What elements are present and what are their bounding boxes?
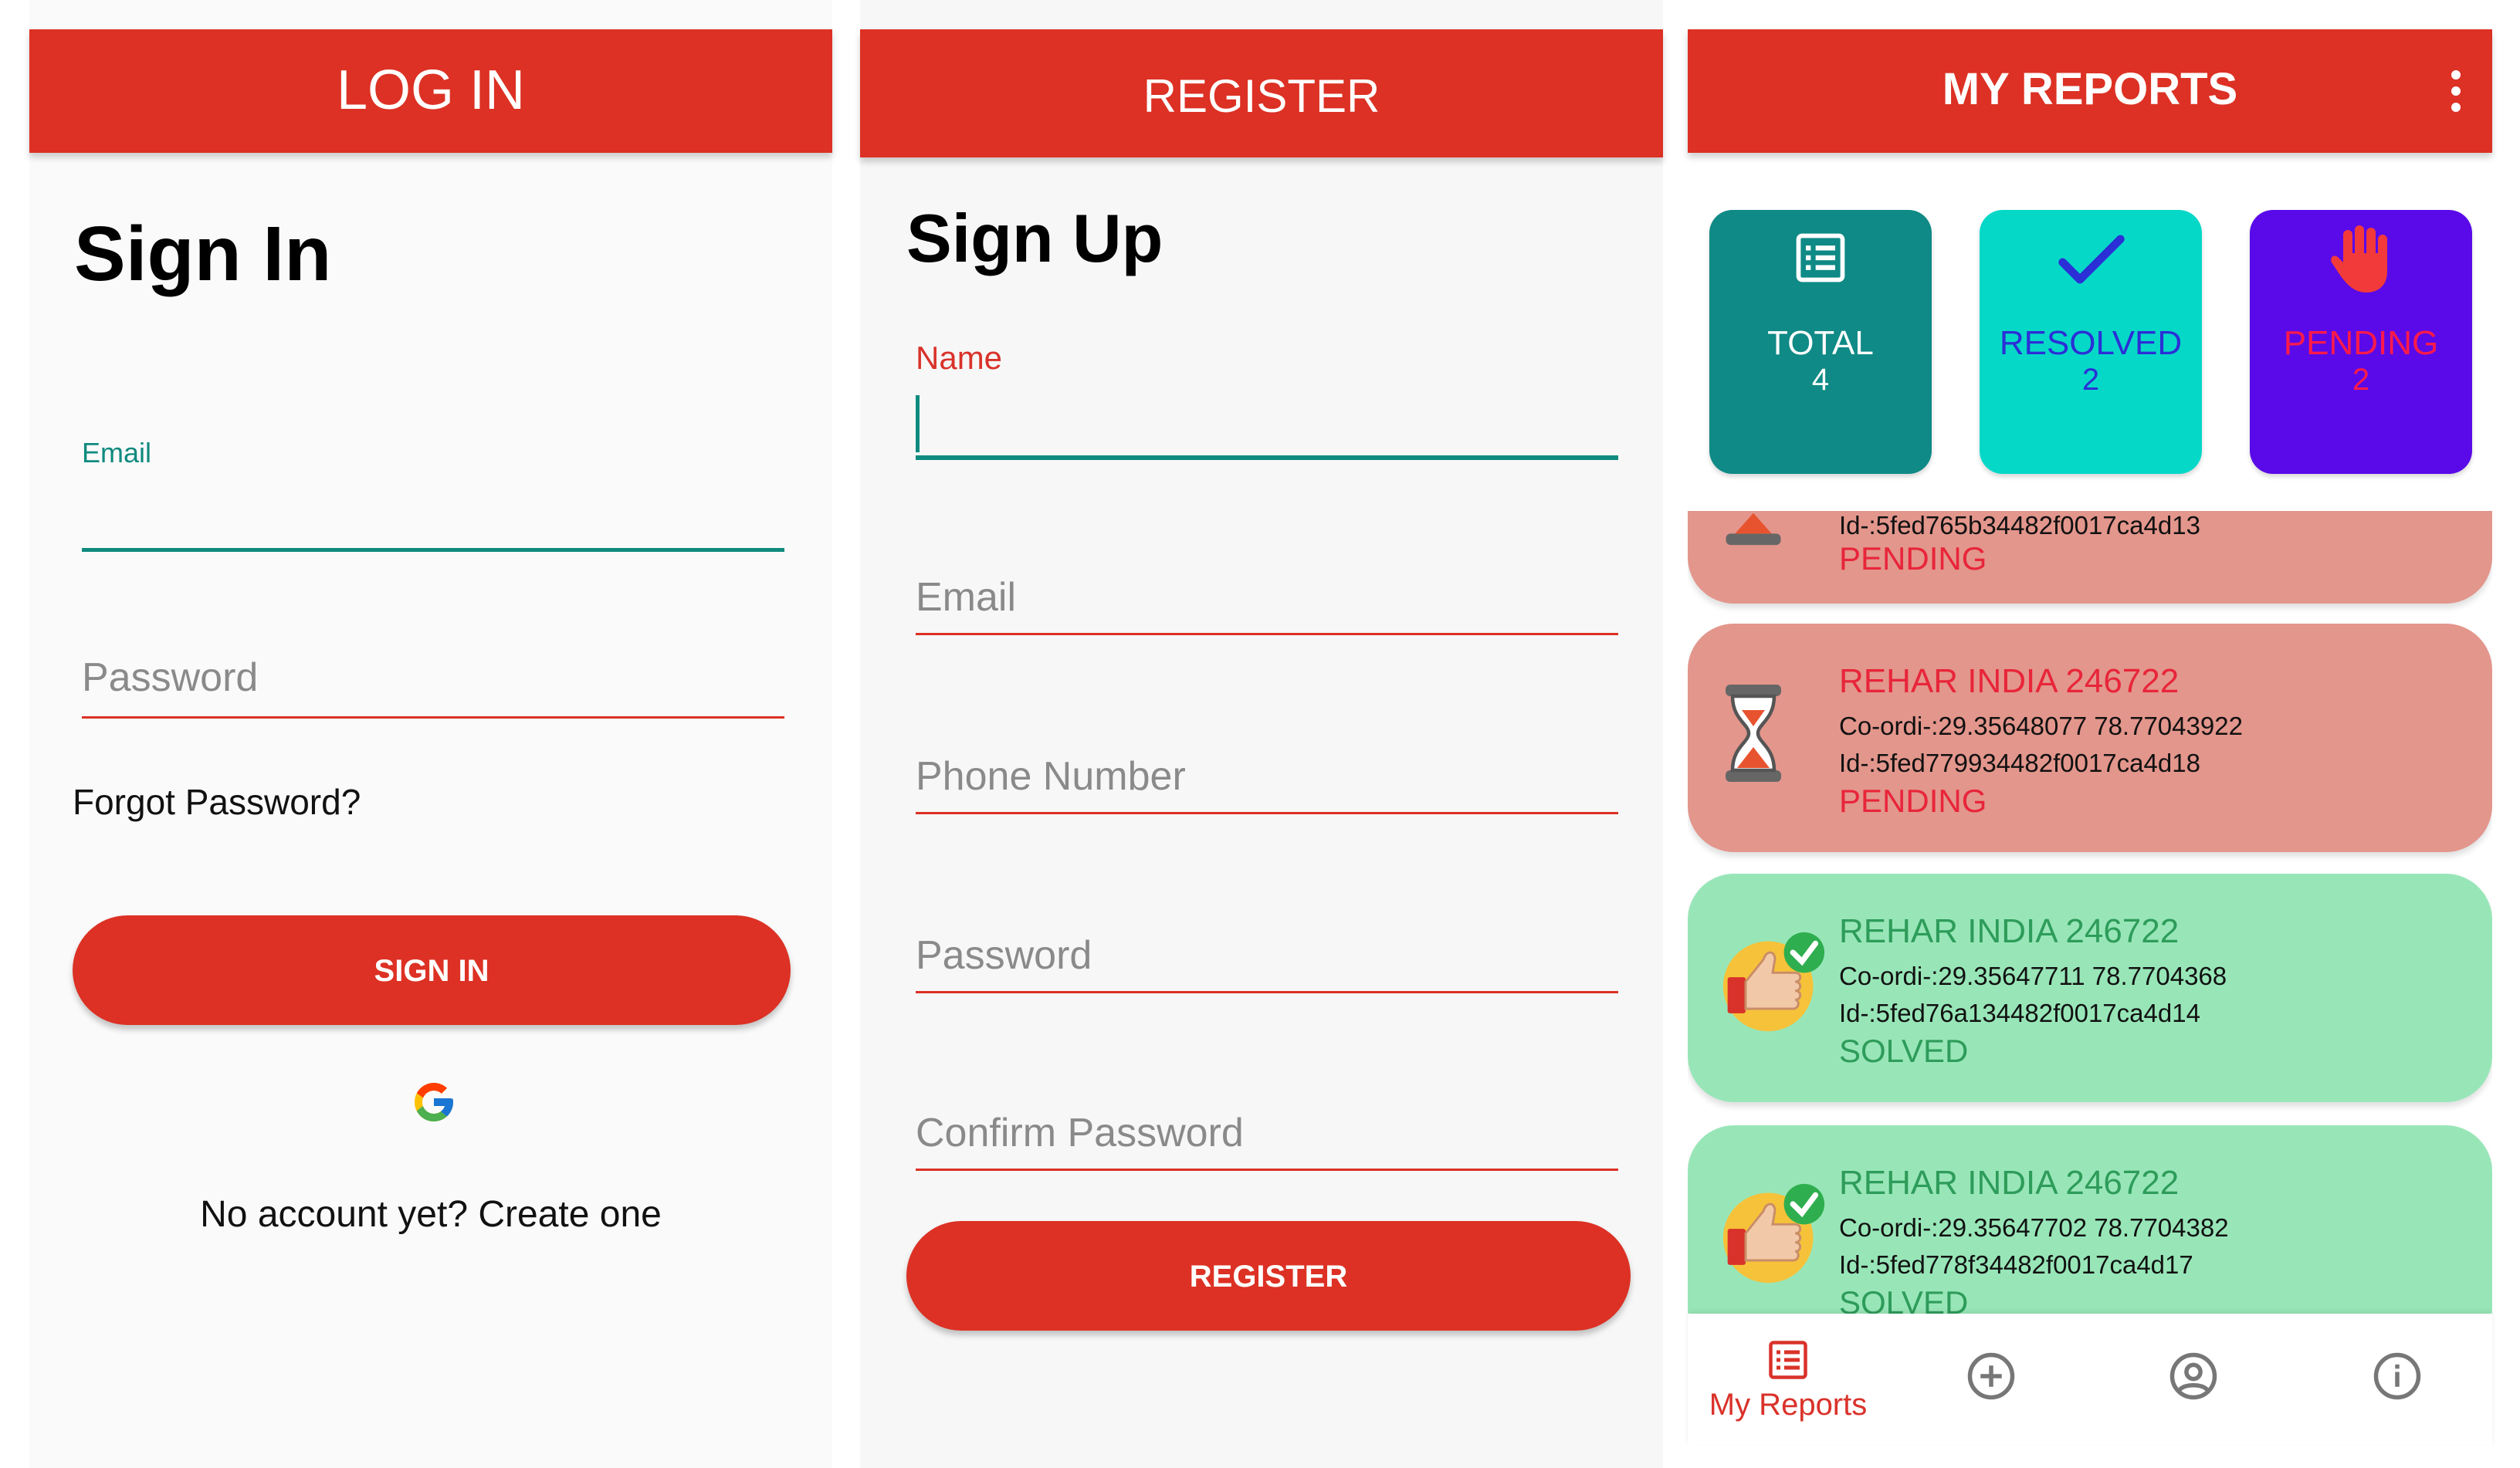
report-id: Id-:5fed778f34482f0017ca4d17 (1839, 1250, 2193, 1279)
email-field[interactable]: Email (82, 432, 784, 556)
list-icon (1796, 233, 1845, 282)
name-label: Name (916, 340, 1003, 376)
report-status: PENDING (1839, 540, 1987, 577)
login-screen: LOG IN Sign In Email Password Forgot Pas… (29, 0, 832, 1468)
email-placeholder: Email (916, 575, 1017, 620)
report-title: REHAR INDIA 246722 (1839, 912, 2180, 950)
login-appbar: LOG IN (29, 29, 832, 153)
total-label: TOTAL (1767, 324, 1874, 362)
sign-in-button-label: SIGN IN (374, 954, 489, 988)
register-appbar: REGISTER (860, 29, 1663, 157)
report-id: Id-:5fed779934482f0017ca4d18 (1839, 749, 2200, 777)
overflow-menu-icon[interactable] (2444, 68, 2468, 114)
register-button[interactable]: REGISTER (906, 1221, 1631, 1331)
report-title: REHAR INDIA 246722 (1839, 1164, 2180, 1202)
hourglass-icon (1726, 512, 1781, 546)
nav-add-report[interactable] (1966, 1351, 2017, 1405)
thumbs-up-icon (1722, 932, 1825, 1032)
login-appbar-title: LOG IN (336, 59, 526, 121)
report-coords: Co-ordi-:29.35647711 78.7704368 (1839, 962, 2227, 990)
password-underline (916, 991, 1618, 993)
report-coords: Co-ordi-:29.35647702 78.7704382 (1839, 1213, 2229, 1242)
total-stat-card[interactable]: TOTAL 4 (1709, 210, 1932, 474)
sign-in-button[interactable]: SIGN IN (73, 915, 791, 1025)
phone-underline (916, 812, 1618, 814)
phone-field[interactable]: Phone Number (916, 750, 1618, 820)
reports-appbar-title: MY REPORTS (1942, 64, 2238, 114)
hourglass-icon (1726, 685, 1781, 782)
hand-icon (2331, 225, 2387, 293)
pending-label: PENDING (2283, 324, 2439, 362)
phone-placeholder: Phone Number (916, 754, 1186, 799)
sign-in-heading: Sign In (74, 211, 332, 297)
info-icon (2373, 1352, 2421, 1400)
reports-appbar: MY REPORTS (1688, 29, 2492, 153)
email-label: Email (82, 437, 152, 468)
resolved-label: RESOLVED (1999, 324, 2183, 362)
list-icon (1769, 1341, 1807, 1379)
report-status: SOLVED (1839, 1033, 1969, 1069)
password-placeholder: Password (82, 655, 259, 700)
confirm-password-underline (916, 1169, 1618, 1171)
add-circle-icon (1967, 1352, 2015, 1400)
email-field[interactable]: Email (916, 571, 1618, 641)
report-coords: Co-ordi-:29.35648077 78.77043922 (1839, 712, 2243, 740)
pending-stat-card[interactable]: PENDING 2 (2250, 210, 2472, 474)
report-card-solved[interactable]: REHAR INDIA 246722 Co-ordi-:29.35647702 … (1688, 1125, 2492, 1314)
check-icon (2058, 235, 2125, 284)
report-title: REHAR INDIA 246722 (1839, 662, 2180, 700)
report-list[interactable]: Id-:5fed765b34482f0017ca4d13 PENDING REH… (1688, 511, 2492, 1314)
register-screen: REGISTER Sign Up Name Email Phone Number… (860, 0, 1663, 1468)
nav-info[interactable] (2372, 1351, 2423, 1405)
report-id: Id-:5fed76a134482f0017ca4d14 (1839, 999, 2200, 1027)
confirm-password-field[interactable]: Confirm Password (916, 1107, 1618, 1176)
google-icon[interactable] (411, 1079, 457, 1125)
thumbs-up-icon (1722, 1183, 1825, 1284)
name-field[interactable]: Name (916, 340, 1618, 463)
password-placeholder: Password (916, 933, 1092, 978)
forgot-password-link[interactable]: Forgot Password? (73, 781, 361, 823)
name-text-cursor (916, 395, 920, 452)
sign-up-heading: Sign Up (906, 200, 1163, 276)
name-underline (916, 455, 1618, 460)
report-status: SOLVED (1839, 1284, 1969, 1314)
report-card-pending-partial[interactable]: Id-:5fed765b34482f0017ca4d13 PENDING (1688, 511, 2492, 604)
register-appbar-title: REGISTER (1143, 70, 1380, 122)
nav-my-reports-label: My Reports (1709, 1388, 1868, 1422)
pending-count: 2 (2352, 363, 2370, 397)
email-underline (82, 548, 784, 552)
account-circle-icon (2169, 1352, 2217, 1400)
resolved-stat-card[interactable]: RESOLVED 2 (1980, 210, 2202, 474)
confirm-password-placeholder: Confirm Password (916, 1111, 1244, 1155)
report-id: Id-:5fed765b34482f0017ca4d13 (1839, 511, 2200, 540)
bottom-navigation: My Reports (1688, 1314, 2492, 1445)
password-field[interactable]: Password (82, 648, 784, 726)
total-count: 4 (1811, 363, 1830, 397)
report-card-solved[interactable]: REHAR INDIA 246722 Co-ordi-:29.35647711 … (1688, 874, 2492, 1102)
resolved-count: 2 (2081, 363, 2100, 397)
nav-profile[interactable] (2168, 1351, 2219, 1405)
reports-screen: MY REPORTS TOTAL 4 RESOLVED 2 PENDING 2 … (1688, 0, 2492, 1468)
report-status: PENDING (1839, 783, 1987, 819)
password-field[interactable]: Password (916, 929, 1618, 999)
nav-my-reports[interactable]: My Reports (1688, 1314, 1888, 1445)
password-underline (82, 716, 784, 719)
register-button-label: REGISTER (1189, 1260, 1348, 1294)
email-underline (916, 633, 1618, 635)
report-card-pending[interactable]: REHAR INDIA 246722 Co-ordi-:29.35648077 … (1688, 624, 2492, 852)
create-account-link[interactable]: No account yet? Create one (29, 1193, 832, 1236)
